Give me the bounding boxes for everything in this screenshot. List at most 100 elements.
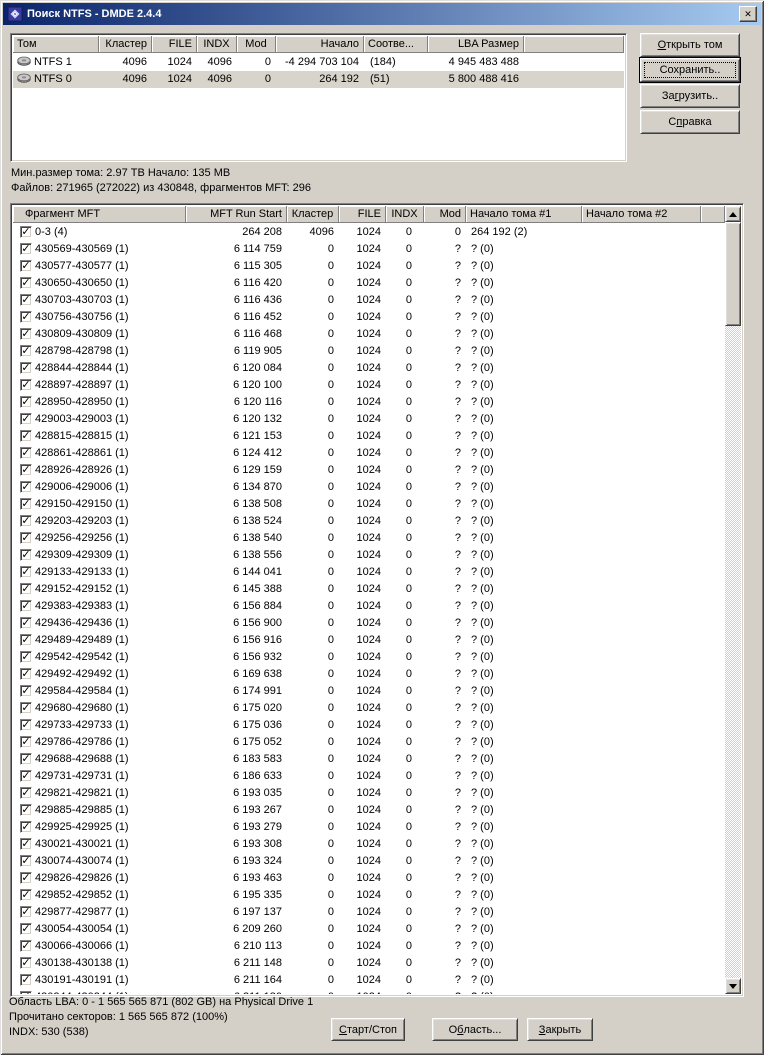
table-row[interactable]: ✓430244-430244 (1) 6 211 180 0 1024 0? ? (0) [13, 989, 741, 994]
table-row[interactable]: ✓ 429680-429680 (1) 6 175 020 0 1024 0? ? (0) [13, 700, 741, 717]
titlebar[interactable]: Поиск NTFS - DMDE 2.4.4 ✕ [3, 3, 761, 25]
close-button[interactable]: Закрыть [527, 1018, 593, 1041]
checkbox[interactable]: ✓ [20, 379, 32, 391]
volumes-header-2[interactable]: Кластер [99, 36, 152, 53]
checkbox[interactable]: ✓ [20, 974, 32, 986]
mft-header-5[interactable]: INDX [386, 206, 424, 223]
table-row[interactable]: ✓ 429542-429542 (1) 6 156 932 0 1024 0? ? (0) [13, 649, 741, 666]
checkbox[interactable]: ✓ [20, 311, 32, 323]
table-row[interactable]: ✓ 429885-429885 (1) 6 193 267 0 1024 0? ? (0) [13, 802, 741, 819]
checkbox[interactable]: ✓ [20, 872, 32, 884]
checkbox[interactable]: ✓ [20, 328, 32, 340]
checkbox[interactable]: ✓ [20, 991, 32, 994]
table-row[interactable]: ✓ 429309-429309 (1) 6 138 556 0 1024 0? ? (0) [13, 547, 741, 564]
help-button[interactable]: Сп равка [640, 110, 740, 134]
table-row[interactable]: ✓ 429133-429133 (1) 6 144 041 0 1024 0? ? (0) [13, 564, 741, 581]
table-row[interactable]: ✓ 429003-429003 (1) 6 120 132 0 1024 0? ? (0) [13, 411, 741, 428]
mft-header-4[interactable]: FILE [339, 206, 386, 223]
vertical-scrollbar[interactable] [725, 206, 741, 994]
volume-row[interactable]: NTFS 1 4096 1024 4096 0 -4 294 703 104 (184) 4 … [13, 54, 624, 71]
table-row[interactable]: ✓ 430756-430756 (1) 6 116 452 0 1024 0? ? (0) [13, 309, 741, 326]
table-row[interactable]: ✓ 429489-429489 (1) 6 156 916 0 1024 0? ? (0) [13, 632, 741, 649]
checkbox[interactable]: ✓ [20, 821, 32, 833]
save-button[interactable]: Сохранить.. [639, 57, 741, 83]
checkbox[interactable]: ✓ [20, 804, 32, 816]
open-volume-button[interactable]: Открыть том [640, 33, 740, 57]
table-row[interactable]: ✓ 430138-430138 (1) 6 211 148 0 1024 0? ? (0) [13, 955, 741, 972]
table-row[interactable]: ✓ 429925-429925 (1) 6 193 279 0 1024 0? ? (0) [13, 819, 741, 836]
checkbox[interactable]: ✓ [20, 600, 32, 612]
checkbox[interactable]: ✓ [20, 362, 32, 374]
checkbox[interactable]: ✓ [20, 294, 32, 306]
table-row[interactable]: ✓ 430650-430650 (1) 6 116 420 0 1024 0? ? (0) [13, 275, 741, 292]
checkbox[interactable]: ✓ [20, 277, 32, 289]
table-row[interactable]: ✓ 430021-430021 (1) 6 193 308 0 1024 0? ? (0) [13, 836, 741, 853]
checkbox[interactable]: ✓ [20, 583, 32, 595]
table-row[interactable]: ✓ 428926-428926 (1) 6 129 159 0 1024 0? ? (0) [13, 462, 741, 479]
checkbox[interactable]: ✓ [20, 566, 32, 578]
volumes-header-4[interactable]: INDX [197, 36, 237, 53]
table-row[interactable]: ✓ 429492-429492 (1) 6 169 638 0 1024 0? ? (0) [13, 666, 741, 683]
table-row[interactable]: ✓ 429733-429733 (1) 6 175 036 0 1024 0? ? (0) [13, 717, 741, 734]
mft-header-2[interactable]: MFT Run Start [186, 206, 287, 223]
checkbox[interactable]: ✓ [20, 498, 32, 510]
checkbox[interactable]: ✓ [20, 787, 32, 799]
volumes-header-3[interactable]: FILE [152, 36, 197, 53]
checkbox[interactable]: ✓ [20, 685, 32, 697]
table-row[interactable]: ✓ 430066-430066 (1) 6 210 113 0 1024 0? ? (0) [13, 938, 741, 955]
volumes-header-8[interactable]: LBA Размер [428, 36, 524, 53]
checkbox[interactable]: ✓ [20, 736, 32, 748]
table-row[interactable]: ✓ 429203-429203 (1) 6 138 524 0 1024 0? ? (0) [13, 513, 741, 530]
start-stop-button[interactable]: Старт/Стоп [331, 1018, 405, 1041]
table-row[interactable]: ✓ 429383-429383 (1) 6 156 884 0 1024 0? ? (0) [13, 598, 741, 615]
checkbox[interactable]: ✓ [20, 532, 32, 544]
table-row[interactable]: ✓ 430054-430054 (1) 6 209 260 0 1024 0? ? (0) [13, 921, 741, 938]
checkbox[interactable]: ✓ [20, 889, 32, 901]
mft-header-3[interactable]: Кластер [287, 206, 339, 223]
checkbox[interactable]: ✓ [20, 226, 32, 238]
table-row[interactable]: ✓ 430703-430703 (1) 6 116 436 0 1024 0? ? (0) [13, 292, 741, 309]
checkbox[interactable]: ✓ [20, 447, 32, 459]
table-row[interactable]: ✓ 428897-428897 (1) 6 120 100 0 1024 0? ? (0) [13, 377, 741, 394]
table-row[interactable]: ✓ 430809-430809 (1) 6 116 468 0 1024 0? ? (0) [13, 326, 741, 343]
table-row[interactable]: ✓ 428861-428861 (1) 6 124 412 0 1024 0? ? (0) [13, 445, 741, 462]
checkbox[interactable]: ✓ [20, 770, 32, 782]
checkbox[interactable]: ✓ [20, 481, 32, 493]
checkbox[interactable]: ✓ [20, 515, 32, 527]
table-row[interactable]: ✓ 0-3 (4) 264 208 4096 1024 0 0 264 192 (2) [13, 224, 741, 241]
checkbox[interactable]: ✓ [20, 260, 32, 272]
checkbox[interactable]: ✓ [20, 243, 32, 255]
checkbox[interactable]: ✓ [20, 617, 32, 629]
table-row[interactable]: ✓ 429826-429826 (1) 6 193 463 0 1024 0? ? (0) [13, 870, 741, 887]
checkbox[interactable]: ✓ [20, 753, 32, 765]
table-row[interactable]: ✓ 429152-429152 (1) 6 145 388 0 1024 0? ? (0) [13, 581, 741, 598]
checkbox[interactable]: ✓ [20, 396, 32, 408]
checkbox[interactable]: ✓ [20, 940, 32, 952]
mft-header-1[interactable]: Фрагмент MFT [13, 206, 186, 223]
volume-row[interactable]: NTFS 0 4096 1024 4096 0 264 192 (51) 5 800 488 … [13, 71, 624, 88]
checkbox[interactable]: ✓ [20, 838, 32, 850]
table-row[interactable]: ✓ 429821-429821 (1) 6 193 035 0 1024 0? ? (0) [13, 785, 741, 802]
table-row[interactable]: ✓ 430569-430569 (1) 6 114 759 0 1024 0? ? (0) [13, 241, 741, 258]
table-row[interactable]: ✓ 430191-430191 (1) 6 211 164 0 1024 0? ? (0) [13, 972, 741, 989]
area-button[interactable]: Об ласть... [432, 1018, 518, 1041]
checkbox[interactable]: ✓ [20, 430, 32, 442]
table-row[interactable]: ✓ 430577-430577 (1) 6 115 305 0 1024 0? ? (0) [13, 258, 741, 275]
scroll-up-button[interactable] [725, 206, 741, 222]
checkbox[interactable]: ✓ [20, 923, 32, 935]
scroll-track[interactable] [725, 222, 741, 978]
table-row[interactable]: ✓ 429786-429786 (1) 6 175 052 0 1024 0? ? (0) [13, 734, 741, 751]
volumes-header-7[interactable]: Соотве... [364, 36, 428, 53]
mft-header-6[interactable]: Mod [424, 206, 466, 223]
table-row[interactable]: ✓ 429877-429877 (1) 6 197 137 0 1024 0? ? (0) [13, 904, 741, 921]
table-row[interactable]: ✓ 429256-429256 (1) 6 138 540 0 1024 0? ? (0) [13, 530, 741, 547]
checkbox[interactable]: ✓ [20, 549, 32, 561]
table-row[interactable]: ✓ 429150-429150 (1) 6 138 508 0 1024 0? ? (0) [13, 496, 741, 513]
table-row[interactable]: ✓ 429852-429852 (1) 6 195 335 0 1024 0? ? (0) [13, 887, 741, 904]
checkbox[interactable]: ✓ [20, 906, 32, 918]
table-row[interactable]: ✓ 428844-428844 (1) 6 120 084 0 1024 0? ? (0) [13, 360, 741, 377]
table-row[interactable]: ✓ 429006-429006 (1) 6 134 870 0 1024 0? ? (0) [13, 479, 741, 496]
table-row[interactable]: ✓ 429436-429436 (1) 6 156 900 0 1024 0? ? (0) [13, 615, 741, 632]
table-row[interactable]: ✓ 428815-428815 (1) 6 121 153 0 1024 0? ? (0) [13, 428, 741, 445]
table-row[interactable]: ✓ 428798-428798 (1) 6 119 905 0 1024 0? ? (0) [13, 343, 741, 360]
